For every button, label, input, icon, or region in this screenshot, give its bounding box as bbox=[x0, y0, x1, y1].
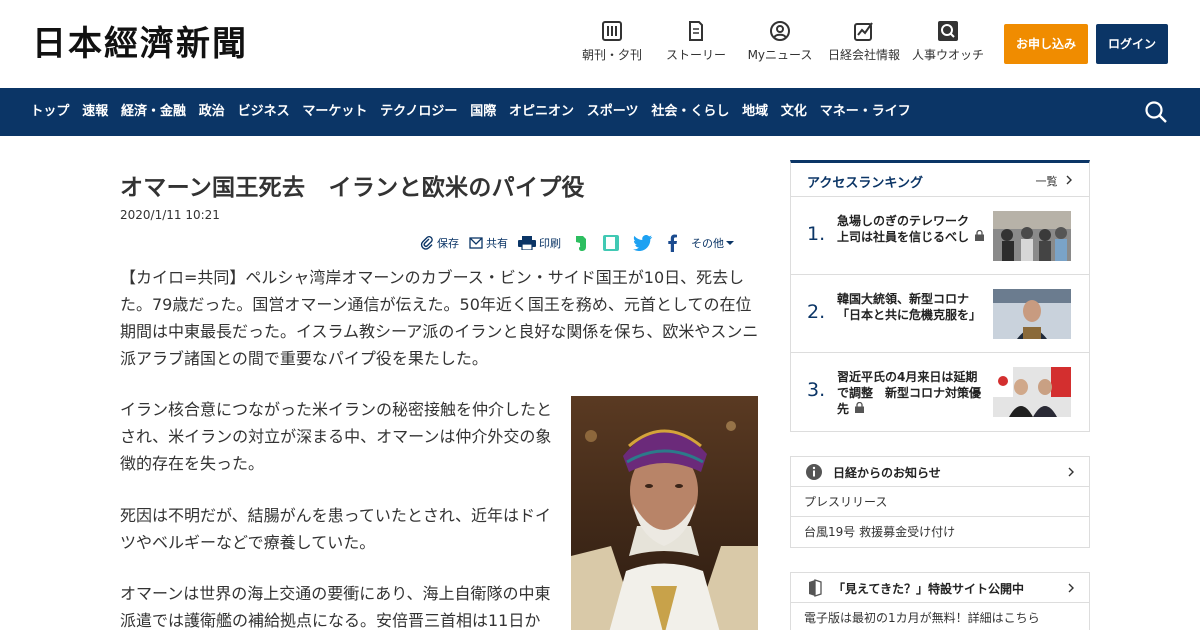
header-link-paper[interactable]: 朝刊・夕刊 bbox=[580, 20, 644, 68]
article-paragraph: 【カイロ=共同】ペルシャ湾岸オマーンのカブース・ビン・サイド国王が10日、死去し… bbox=[120, 268, 759, 368]
info-icon bbox=[806, 464, 822, 480]
ranking-headline: 習近平氏の4月来日は延期で調整 新型コロナ対策優先 bbox=[837, 369, 985, 417]
ranking-number: 2. bbox=[807, 301, 826, 323]
user-icon bbox=[770, 21, 790, 41]
share-label: 共有 bbox=[486, 237, 508, 250]
ranking-more-label: 一覧 bbox=[1035, 175, 1058, 188]
nav-item-economy[interactable]: 経済・金融 bbox=[115, 88, 193, 136]
header-link-label: 人事ウオッチ bbox=[911, 48, 984, 62]
chevron-right-icon bbox=[1068, 467, 1074, 477]
ranking-item[interactable]: 2. 韓国大統領、新型コロナ「日本と共に危機克服を」 bbox=[791, 275, 1089, 353]
chevron-right-icon bbox=[1068, 583, 1074, 593]
twitter-button[interactable] bbox=[633, 235, 656, 251]
site-header: 日本經濟新聞 朝刊・夕刊 ストーリー Myニュース 日経会社情報 人事ウオッチ … bbox=[0, 0, 1200, 88]
nav-item-top[interactable]: トップ bbox=[24, 88, 76, 136]
access-ranking: アクセスランキング 一覧 1. 急場しのぎのテレワーク 上司は社員を信じるべし … bbox=[790, 160, 1090, 432]
facebook-icon bbox=[668, 234, 677, 252]
header-link-label: ストーリー bbox=[665, 48, 726, 62]
nav-item-opinion[interactable]: オピニオン bbox=[503, 88, 581, 136]
share-toolbar: 保存 共有 印刷 その他 bbox=[420, 232, 760, 254]
nav-item-business[interactable]: ビジネス bbox=[231, 88, 296, 136]
notice-item[interactable]: 台風19号 救援募金受け付け bbox=[791, 517, 1089, 547]
notice-header[interactable]: 日経からのお知らせ bbox=[791, 457, 1089, 487]
nav-item-region[interactable]: 地域 bbox=[736, 88, 775, 136]
subscribe-button[interactable]: お申し込み bbox=[1004, 24, 1088, 64]
nav-item-society[interactable]: 社会・くらし bbox=[645, 88, 736, 136]
more-share-label: その他 bbox=[691, 237, 724, 250]
nav-item-flash[interactable]: 速報 bbox=[76, 88, 115, 136]
bookmark-button[interactable] bbox=[602, 234, 623, 252]
lock-icon bbox=[975, 229, 985, 241]
ranking-thumbnail bbox=[993, 211, 1071, 261]
save-label: 保存 bbox=[437, 237, 459, 250]
ranking-headline: 急場しのぎのテレワーク 上司は社員を信じるべし bbox=[837, 213, 985, 245]
article-paragraph: 死因は不明だが、結腸がんを患っていたとされ、近年はドイツやベルギーなどで療養して… bbox=[120, 506, 552, 552]
nav-items: トップ 速報 経済・金融 政治 ビジネス マーケット テクノロジー 国際 オピニ… bbox=[24, 88, 917, 136]
ranking-item[interactable]: 3. 習近平氏の4月来日は延期で調整 新型コロナ対策優先 bbox=[791, 353, 1089, 431]
lock-icon bbox=[855, 401, 865, 413]
save-button[interactable]: 保存 bbox=[420, 235, 459, 251]
caret-down-icon bbox=[726, 241, 734, 245]
chevron-right-icon bbox=[1066, 175, 1072, 185]
print-button[interactable]: 印刷 bbox=[518, 235, 561, 251]
nav-item-culture[interactable]: 文化 bbox=[775, 88, 814, 136]
header-link-company[interactable]: 日経会社情報 bbox=[826, 20, 902, 68]
twitter-icon bbox=[633, 235, 653, 251]
nav-item-politics[interactable]: 政治 bbox=[192, 88, 231, 136]
login-button[interactable]: ログイン bbox=[1096, 24, 1168, 64]
notice-title: 日経からのお知らせ bbox=[833, 466, 941, 480]
notice-box: 日経からのお知らせ プレスリリース 台風19号 救援募金受け付け bbox=[790, 456, 1090, 548]
ranking-title: アクセスランキング bbox=[807, 176, 923, 191]
facebook-button[interactable] bbox=[666, 234, 681, 252]
header-link-mynews[interactable]: Myニュース bbox=[745, 20, 815, 68]
search-person-icon bbox=[938, 21, 958, 41]
nav-item-technology[interactable]: テクノロジー bbox=[374, 88, 464, 136]
article-photo[interactable] bbox=[571, 396, 758, 630]
promo-header[interactable]: 「見えてきた？」特設サイト公開中 bbox=[791, 573, 1089, 603]
ranking-thumbnail bbox=[993, 367, 1071, 417]
header-link-label: Myニュース bbox=[747, 48, 813, 62]
site-logo[interactable]: 日本經濟新聞 bbox=[32, 24, 248, 64]
ranking-headline-text: 急場しのぎのテレワーク 上司は社員を信じるべし bbox=[837, 214, 982, 244]
more-share-button[interactable]: その他 bbox=[691, 235, 737, 251]
promo-item[interactable]: 電子版は最初の1カ月が無料！詳細はこちら bbox=[791, 603, 1089, 630]
main-nav: トップ 速報 経済・金融 政治 ビジネス マーケット テクノロジー 国際 オピニ… bbox=[0, 88, 1200, 136]
nav-item-international[interactable]: 国際 bbox=[464, 88, 503, 136]
header-link-story[interactable]: ストーリー bbox=[664, 20, 728, 68]
article-date: 2020/1/11 10:21 bbox=[120, 208, 220, 222]
clip-icon bbox=[420, 236, 433, 250]
header-link-label: 朝刊・夕刊 bbox=[581, 48, 642, 62]
book-icon bbox=[809, 579, 822, 597]
header-link-label: 日経会社情報 bbox=[827, 48, 900, 62]
story-icon bbox=[689, 21, 703, 41]
evernote-icon bbox=[576, 236, 586, 251]
article-paragraph: イラン核合意につながった米イランの秘密接触を仲介したとされ、米イランの対立が深ま… bbox=[120, 400, 553, 473]
nav-item-sports[interactable]: スポーツ bbox=[580, 88, 645, 136]
newspaper-icon bbox=[602, 21, 622, 41]
promo-title: 「見えてきた？」特設サイト公開中 bbox=[833, 582, 1025, 596]
ranking-item[interactable]: 1. 急場しのぎのテレワーク 上司は社員を信じるべし bbox=[791, 197, 1089, 275]
nav-item-market[interactable]: マーケット bbox=[296, 88, 374, 136]
article-paragraph: オマーンは世界の海上交通の要衝にあり、海上自衛隊の中東派遣では護衛艦の補給拠点に… bbox=[120, 584, 551, 630]
printer-icon bbox=[518, 236, 536, 250]
ranking-number: 1. bbox=[807, 223, 826, 245]
promo-box: 「見えてきた？」特設サイト公開中 電子版は最初の1カ月が無料！詳細はこちら bbox=[790, 572, 1090, 630]
ranking-thumbnail bbox=[993, 289, 1071, 339]
mail-icon bbox=[469, 237, 483, 249]
article-title: オマーン国王死去 イランと欧米のパイプ役 bbox=[120, 175, 585, 201]
ranking-number: 3. bbox=[807, 379, 826, 401]
ranking-header: アクセスランキング 一覧 bbox=[791, 163, 1089, 197]
evernote-button[interactable] bbox=[571, 234, 592, 252]
ranking-more-link[interactable]: 一覧 bbox=[1036, 173, 1074, 189]
print-label: 印刷 bbox=[539, 237, 561, 250]
note-icon bbox=[603, 235, 619, 251]
ranking-headline: 韓国大統領、新型コロナ「日本と共に危機克服を」 bbox=[837, 292, 982, 322]
share-button[interactable]: 共有 bbox=[469, 235, 508, 251]
chart-icon bbox=[854, 22, 873, 41]
search-icon[interactable] bbox=[1144, 100, 1168, 124]
header-link-jinji[interactable]: 人事ウオッチ bbox=[910, 20, 986, 68]
nav-item-money[interactable]: マネー・ライフ bbox=[813, 88, 917, 136]
notice-item[interactable]: プレスリリース bbox=[791, 487, 1089, 517]
